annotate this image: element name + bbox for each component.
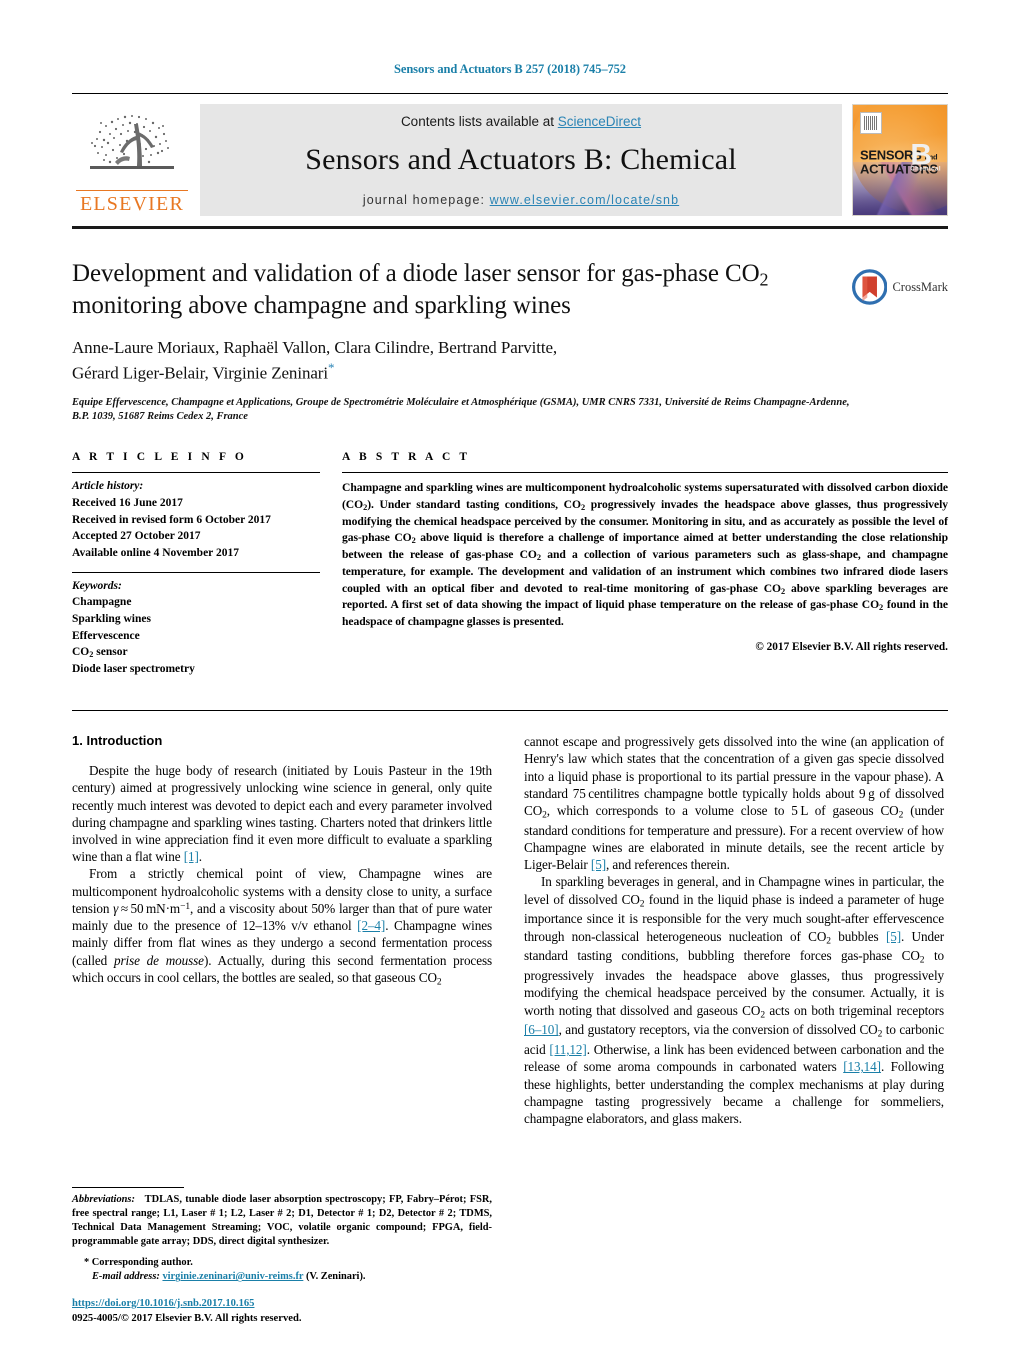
journal-homepage-line: journal homepage: www.elsevier.com/locat… — [363, 193, 679, 207]
info-abstract-section: A R T I C L E I N F O Article history: R… — [72, 451, 948, 688]
elsevier-tree-icon — [90, 115, 174, 169]
affiliation: Equipe Effervescence, Champagne et Appli… — [72, 396, 850, 423]
corresponding-author-line: * Corresponding author. — [84, 1256, 492, 1271]
body-right-column: cannot escape and progressively gets dis… — [524, 733, 944, 1127]
running-head: Sensors and Actuators B 257 (2018) 745–7… — [394, 62, 626, 76]
email-label: E-mail address: — [92, 1271, 160, 1283]
body-paragraph: Despite the huge body of research (initi… — [72, 763, 492, 865]
history-item: Received in revised form 6 October 2017 — [72, 513, 271, 526]
journal-homepage-link[interactable]: www.elsevier.com/locate/snb — [490, 193, 680, 207]
corresponding-author-footnote: * Corresponding author. E-mail address: … — [72, 1256, 492, 1285]
body-paragraph: In sparkling beverages in general, and i… — [524, 874, 945, 1126]
journal-cover-thumbnail: SENSORS and ACTUATORS B Chemical — [852, 104, 948, 216]
article-history-group: Article history: Received 16 June 2017 R… — [72, 473, 320, 571]
keyword-co2-suffix: sensor — [93, 646, 128, 659]
contents-available-line: Contents lists available at ScienceDirec… — [401, 114, 641, 129]
crossmark-label: CrossMark — [892, 279, 948, 294]
keyword-item: Sparkling wines — [72, 613, 151, 626]
crossmark-badge-group[interactable]: CrossMark — [852, 261, 948, 313]
journal-title: Sensors and Actuators B: Chemical — [305, 142, 737, 176]
article-info-column: A R T I C L E I N F O Article history: R… — [72, 451, 320, 688]
history-item: Accepted 27 October 2017 — [72, 530, 201, 543]
body-paragraph: cannot escape and progressively gets dis… — [524, 734, 945, 873]
authors-line-2: Gérard Liger-Belair, Virginie Zeninari* — [72, 359, 948, 385]
corresponding-author-marker[interactable]: * — [328, 360, 335, 375]
abstract-copyright: © 2017 Elsevier B.V. All rights reserved… — [755, 640, 948, 653]
abbreviations-footnote: Abbreviations: TDLAS, tunable diode lase… — [72, 1193, 492, 1249]
crossmark-icon — [852, 269, 888, 305]
section-heading-introduction: 1. Introduction — [72, 733, 163, 749]
homepage-prefix: journal homepage: — [362, 192, 490, 207]
abstract-label: A B S T R A C T — [342, 451, 471, 464]
author-list: Anne-Laure Moriaux, Raphaël Vallon, Clar… — [72, 336, 948, 386]
title-part-2: monitoring above champagne and sparkling… — [72, 292, 571, 320]
body-columns: 1. Introduction Despite the huge body of… — [72, 733, 948, 1127]
keyword-item: Diode laser spectrometry — [72, 663, 195, 676]
article-info-label: A R T I C L E I N F O — [72, 451, 247, 464]
doi-link[interactable]: https://doi.org/10.1016/j.snb.2017.10.16… — [72, 1298, 254, 1309]
email-suffix: (V. Zeninari). — [303, 1271, 366, 1283]
history-item: Available online 4 November 2017 — [72, 547, 239, 560]
abbreviations-text: TDLAS, tunable diode laser absorption sp… — [72, 1194, 493, 1247]
sciencedirect-link[interactable]: ScienceDirect — [558, 114, 641, 129]
contents-prefix: Contents lists available at — [400, 113, 558, 129]
cover-letter-sub: Chemical — [910, 166, 941, 173]
doi-block: https://doi.org/10.1016/j.snb.2017.10.16… — [72, 1296, 302, 1326]
abstract-column: A B S T R A C T Champagne and sparkling … — [342, 451, 948, 688]
citation-link[interactable]: [6–10] — [524, 1022, 559, 1037]
keyword-item-co2: CO2 sensor — [72, 644, 320, 661]
title-part-1: Development and validation of a diode la… — [72, 260, 760, 287]
issn-copyright-line: 0925-4005/© 2017 Elsevier B.V. All right… — [72, 1312, 302, 1324]
title-block: CrossMark Development and validation of … — [72, 259, 948, 425]
abbreviations-heading: Abbreviations: — [72, 1194, 135, 1206]
citation-link[interactable]: [5] — [886, 929, 901, 944]
body-separator-rule — [72, 710, 948, 712]
cover-elsevier-mark-icon — [860, 112, 882, 134]
elsevier-logo: ELSEVIER — [72, 94, 192, 226]
authors-line-1: Anne-Laure Moriaux, Raphaël Vallon, Clar… — [72, 337, 558, 357]
corresponding-text: Corresponding author. — [89, 1256, 193, 1268]
cover-series-letter: B Chemical — [910, 140, 941, 173]
authors-line-2-text: Gérard Liger-Belair, Virginie Zeninari — [72, 364, 328, 384]
keyword-item: Champagne — [72, 596, 132, 609]
paper-page: Sensors and Actuators B 257 (2018) 745–7… — [0, 0, 1020, 1351]
elsevier-wordmark: ELSEVIER — [76, 190, 188, 214]
keyword-co2-prefix: CO — [72, 646, 90, 659]
body-paragraph: From a strictly chemical point of view, … — [72, 866, 493, 988]
masthead-center: Contents lists available at ScienceDirec… — [200, 104, 842, 216]
email-line: E-mail address: virginie.zeninari@univ-r… — [84, 1270, 492, 1285]
citation-link[interactable]: [1] — [184, 849, 199, 864]
journal-masthead: ELSEVIER Contents lists available at Sci… — [72, 93, 948, 229]
keyword-item: Effervescence — [72, 629, 140, 642]
body-left-column: 1. Introduction Despite the huge body of… — [72, 733, 492, 1127]
abstract-text: Champagne and sparkling wines are multic… — [342, 481, 949, 629]
page-title: Development and validation of a diode la… — [72, 259, 852, 322]
citation-link[interactable]: [5] — [591, 857, 606, 872]
footnote-block: Abbreviations: TDLAS, tunable diode lase… — [72, 1187, 492, 1285]
article-history-heading: Article history: — [72, 480, 144, 493]
keywords-heading: Keywords: — [72, 579, 122, 592]
citation-link[interactable]: [13,14] — [843, 1059, 881, 1074]
footnote-rule — [72, 1187, 184, 1189]
history-item: Received 16 June 2017 — [72, 497, 183, 509]
citation-link[interactable]: [2–4] — [357, 918, 385, 933]
title-subscript: 2 — [759, 269, 769, 290]
citation-link[interactable]: [11,12] — [549, 1042, 586, 1057]
keywords-group: Keywords: Champagne Sparkling wines Effe… — [72, 573, 320, 688]
email-link[interactable]: virginie.zeninari@univ-reims.fr — [162, 1271, 303, 1282]
